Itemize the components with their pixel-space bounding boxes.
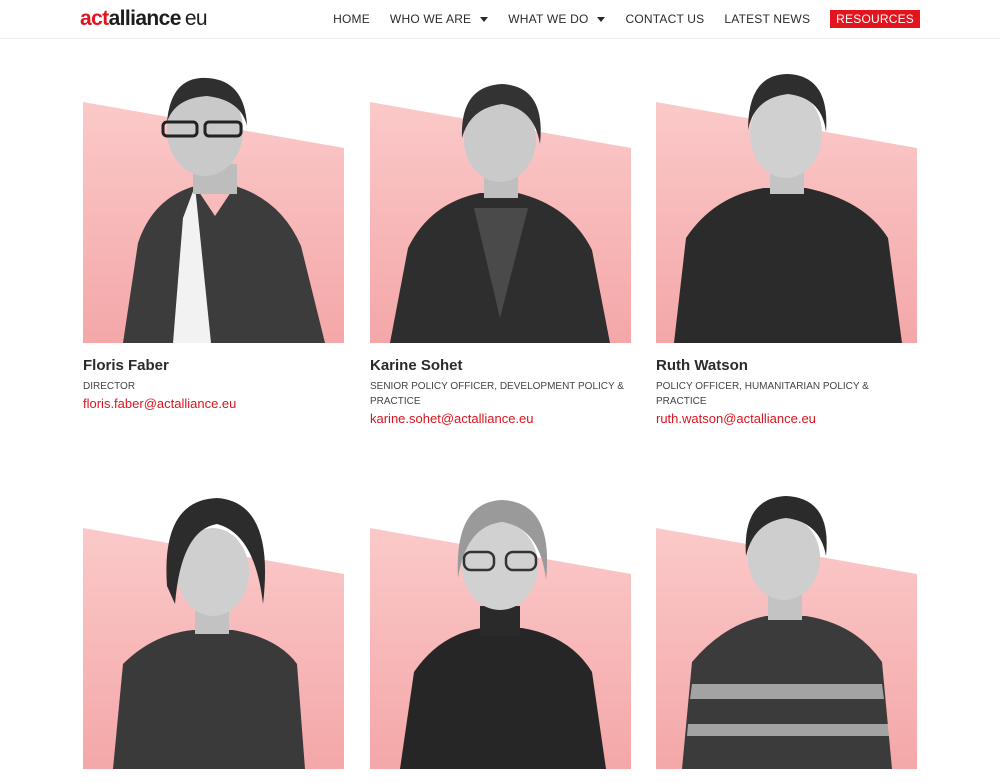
nav-home[interactable]: HOME xyxy=(333,10,370,28)
profile-photo xyxy=(656,494,917,769)
person-silhouette xyxy=(400,500,606,769)
person-silhouette xyxy=(674,74,902,343)
team-card: Floris Faber DIRECTOR floris.faber@actal… xyxy=(83,68,344,412)
nav-home-label: HOME xyxy=(333,12,370,26)
profile-photo xyxy=(370,68,631,343)
profile-photo xyxy=(83,494,344,769)
actalliance-logo[interactable]: actalliance eu xyxy=(80,7,208,31)
profile-photo xyxy=(83,68,344,343)
member-role: DIRECTOR xyxy=(83,381,136,392)
logo-alliance: alliance xyxy=(108,7,182,30)
logo-eu: eu xyxy=(184,7,208,30)
profile-photo xyxy=(656,68,917,343)
nav-resources-button[interactable]: RESOURCES xyxy=(830,10,920,28)
nav-what-we-do[interactable]: WHAT WE DO xyxy=(508,10,606,28)
nav-latest-news-label: LATEST NEWS xyxy=(724,12,811,26)
team-card xyxy=(656,494,917,783)
nav-latest-news[interactable]: LATEST NEWS xyxy=(724,10,810,28)
profile-photo xyxy=(370,494,631,769)
member-name: Ruth Watson xyxy=(656,357,748,374)
main-navigation: HOME WHO WE ARE WHAT WE DO CONTACT US LA… xyxy=(333,10,920,28)
nav-resources-label: RESOURCES xyxy=(836,12,914,26)
member-name: Karine Sohet xyxy=(370,357,463,374)
person-silhouette xyxy=(113,498,305,769)
team-card xyxy=(370,494,631,783)
chevron-down-icon[interactable] xyxy=(480,16,489,22)
logo-act: act xyxy=(80,7,109,30)
nav-who-we-are[interactable]: WHO WE ARE xyxy=(389,10,489,28)
member-role: SENIOR POLICY OFFICER, DEVELOPMENT POLIC… xyxy=(370,381,624,407)
member-email-link[interactable]: karine.sohet@actalliance.eu xyxy=(370,411,631,427)
member-email-link[interactable]: floris.faber@actalliance.eu xyxy=(83,396,344,412)
team-card: Karine Sohet SENIOR POLICY OFFICER, DEVE… xyxy=(370,68,631,427)
person-silhouette xyxy=(682,496,892,769)
team-card xyxy=(83,494,344,783)
member-role: POLICY OFFICER, HUMANITARIAN POLICY & PR… xyxy=(656,381,869,407)
site-header: actalliance eu HOME WHO WE ARE WHAT WE DO… xyxy=(0,0,1000,39)
team-card: Ruth Watson POLICY OFFICER, HUMANITARIAN… xyxy=(656,68,917,427)
person-silhouette xyxy=(123,77,325,343)
chevron-down-icon[interactable] xyxy=(597,16,606,22)
person-silhouette xyxy=(390,84,610,343)
member-name: Floris Faber xyxy=(83,357,169,374)
nav-what-we-do-label: WHAT WE DO xyxy=(508,12,589,26)
member-email-link[interactable]: ruth.watson@actalliance.eu xyxy=(656,411,917,427)
nav-contact-us-label: CONTACT US xyxy=(625,12,705,26)
nav-who-we-are-label: WHO WE ARE xyxy=(389,12,472,26)
nav-contact-us[interactable]: CONTACT US xyxy=(625,10,704,28)
